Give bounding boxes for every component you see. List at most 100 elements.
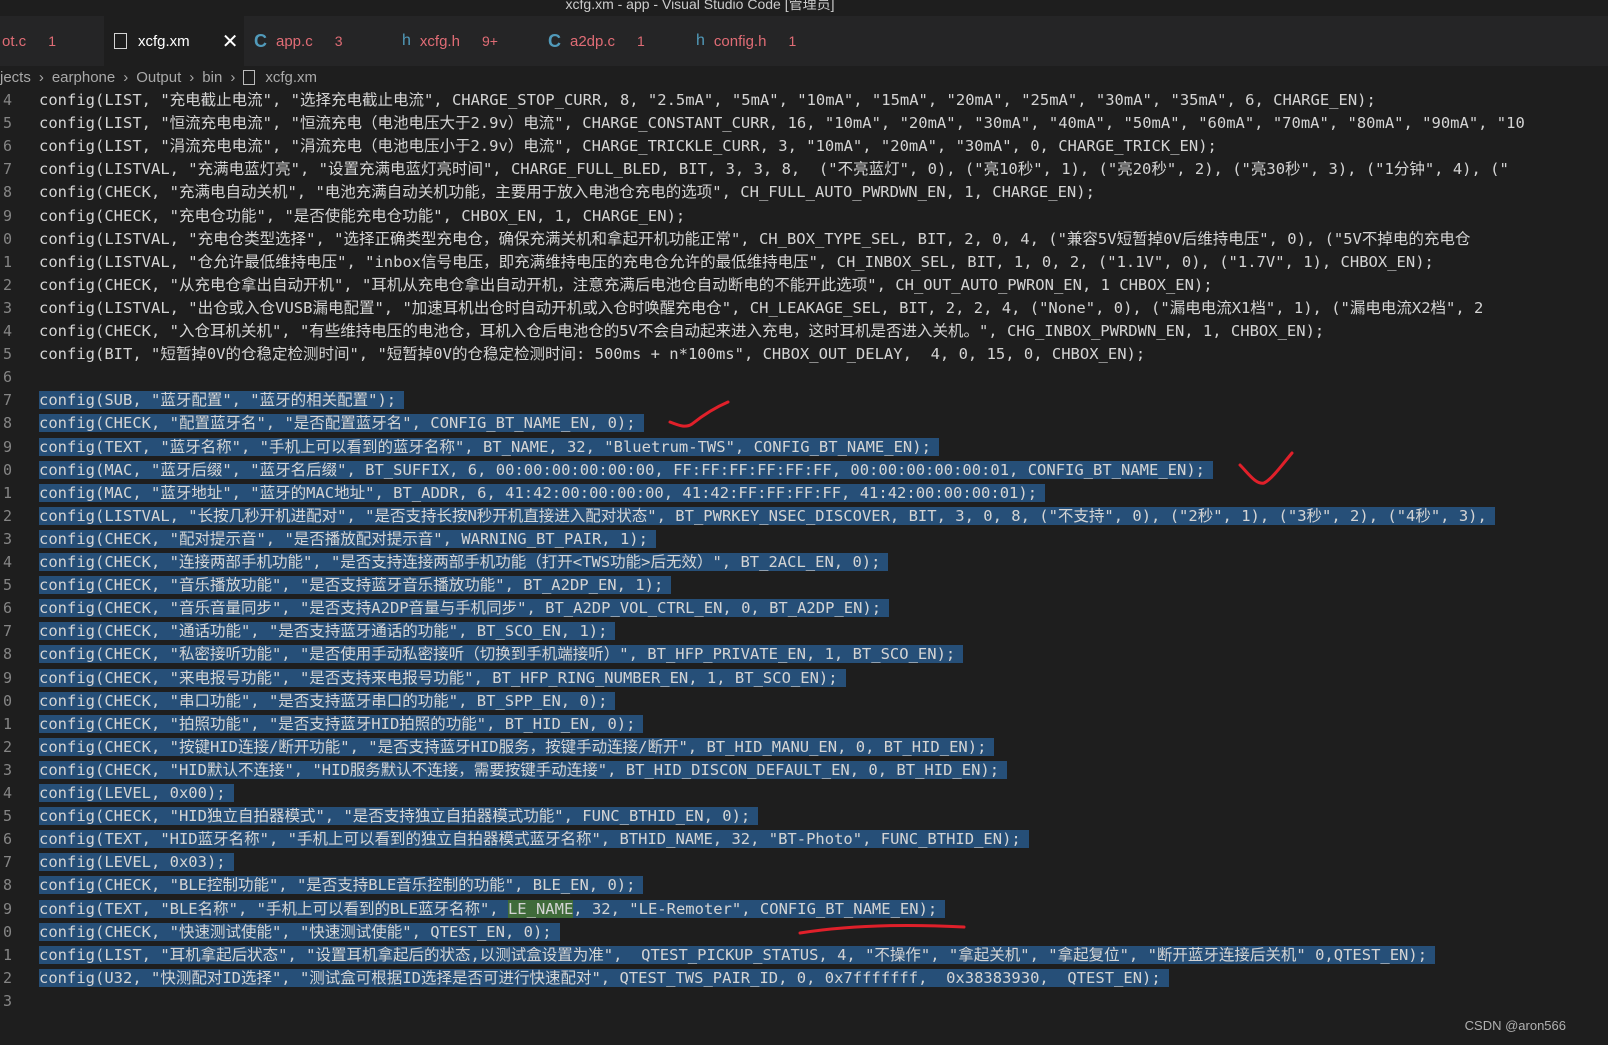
code-line[interactable]: config(CHECK, "串口功能", "是否支持蓝牙串口的功能", BT_…	[39, 690, 616, 713]
code-line[interactable]: config(CHECK, "配置蓝牙名", "是否配置蓝牙名", CONFIG…	[39, 412, 644, 435]
selected-code-text: config(SUB, "蓝牙配置", "蓝牙的相关配置");	[39, 391, 405, 410]
code-text: config(LIST, "恒流充电电流", "恒流充电（电池电压大于2.9v）…	[39, 114, 1525, 133]
line-number: 7	[2, 853, 12, 872]
close-icon[interactable]: ✕	[222, 29, 239, 54]
line-number: 3	[2, 760, 12, 779]
breadcrumb-item[interactable]: earphone	[52, 69, 115, 86]
code-line[interactable]: config(LIST, "耳机拿起后状态", "设置耳机拿起后的状态,以测试盒…	[39, 944, 1436, 967]
code-line[interactable]: config(CHECK, "音乐音量同步", "是否支持A2DP音量与手机同步…	[39, 597, 890, 620]
code-line[interactable]: config(SUB, "蓝牙配置", "蓝牙的相关配置");	[39, 389, 405, 412]
line-number-gutter: 4 5 6 7 8 9 0 1 2 3 4 5 6 7 8 9 0 1 2 3 4 5 6 7 8 9 0 1 2 3 4 5 6 7 8 9 0 1 2 3	[0, 89, 36, 1045]
code-line[interactable]: config(CHECK, "音乐播放功能", "是否支持蓝牙音乐播放功能", …	[39, 574, 672, 597]
selected-code-text: config(CHECK, "HID默认不连接", "HID服务默认不连接，需要…	[39, 760, 1008, 779]
line-number: 2	[2, 737, 12, 756]
line-number: 4	[2, 553, 12, 571]
tab-a2dp-c[interactable]: Ca2dp.c 1	[538, 16, 684, 66]
code-line[interactable]: config(CHECK, "入仓耳机关机", "有些维持电压的电池仓，耳机入仓…	[39, 320, 1324, 343]
line-number: 8	[2, 183, 12, 202]
annotation-checkmark-2	[1238, 451, 1294, 485]
line-number: 8	[2, 645, 12, 664]
tab-xcfg-h[interactable]: h xcfg.h 9+	[392, 16, 538, 66]
code-line[interactable]: config(MAC, "蓝牙后缀", "蓝牙名后缀", BT_SUFFIX, …	[39, 459, 1213, 482]
tab-ot-c[interactable]: ot.c 1	[0, 16, 96, 66]
code-line[interactable]: config(CHECK, "配对提示音", "是否播放配对提示音", WARN…	[39, 528, 656, 551]
code-line[interactable]: config(CHECK, "HID默认不连接", "HID服务默认不连接，需要…	[39, 759, 1008, 782]
code-line[interactable]: config(CHECK, "从充电仓拿出自动开机", "耳机从充电仓拿出自动开…	[39, 274, 1213, 297]
line-number: 5	[2, 114, 12, 133]
code-line[interactable]: config(TEXT, "BLE名称", "手机上可以看到的BLE蓝牙名称",…	[39, 898, 946, 921]
line-number: 5	[2, 345, 12, 364]
line-number: 1	[2, 483, 12, 502]
selected-code-text: config(CHECK, "拍照功能", "是否支持蓝牙HID拍照的功能", …	[39, 714, 644, 733]
code-line[interactable]: config(CHECK, "来电报号功能", "是否支持来电报号功能", BT…	[39, 667, 846, 690]
code-line[interactable]: config(LISTVAL, "出仓或入仓VUSB漏电配置", "加速耳机出仓…	[39, 297, 1483, 320]
code-line[interactable]: config(CHECK, "HID独立自拍器模式", "是否支持独立自拍器模式…	[39, 805, 759, 828]
line-number: 1	[2, 252, 12, 271]
chevron-right-icon: ›	[123, 68, 129, 86]
line-number: 6	[2, 368, 12, 387]
tab-config-h[interactable]: h config.h 1	[686, 16, 826, 66]
selected-code-text: config(CHECK, "HID独立自拍器模式", "是否支持独立自拍器模式…	[39, 807, 759, 826]
tab-label: config.h	[713, 32, 767, 50]
problem-count-badge: 9+	[481, 33, 498, 49]
code-line[interactable]: config(U32, "快测配对ID选择", "测试盒可根据ID选择是否可进行…	[39, 967, 1169, 990]
line-number: 4	[2, 322, 12, 340]
line-number: 7	[2, 391, 12, 410]
code-line[interactable]: config(BIT, "短暂掉0V的仓稳定检测时间", "短暂掉0V的仓稳定检…	[39, 343, 1145, 366]
chevron-right-icon: ›	[38, 68, 44, 86]
code-line[interactable]: config(LEVEL, 0x03);	[39, 851, 234, 874]
c-file-icon: C	[254, 30, 267, 51]
code-line[interactable]: config(TEXT, "蓝牙名称", "手机上可以看到的蓝牙名称", BT_…	[39, 436, 939, 459]
code-text: config(CHECK, "入仓耳机关机", "有些维持电压的电池仓，耳机入仓…	[39, 322, 1325, 340]
selected-code-text: config(CHECK, "BLE控制功能", "是否支持BLE音乐控制的功能…	[39, 876, 644, 895]
code-line[interactable]: config(LEVEL, 0x00);	[39, 782, 234, 805]
line-number: 0	[2, 460, 12, 479]
selected-code-text: config(TEXT, "BLE名称", "手机上可以看到的BLE蓝牙名称",…	[39, 899, 946, 918]
tab-app-c[interactable]: Capp.c 3	[244, 16, 382, 66]
code-text: config(LISTVAL, "充电仓类型选择", "选择正确类型充电仓，确保…	[39, 229, 1471, 248]
breadcrumb-item[interactable]: bin	[202, 69, 222, 86]
code-text: config(CHECK, "从充电仓拿出自动开机", "耳机从充电仓拿出自动开…	[39, 275, 1213, 294]
code-line[interactable]: config(TEXT, "HID蓝牙名称", "手机上可以看到的独立自拍器模式…	[39, 828, 1029, 851]
code-line[interactable]: config(LIST, "涓流充电电流", "涓流充电（电池电压小于2.9v）…	[39, 135, 1217, 158]
line-number: 3	[2, 529, 12, 548]
breadcrumb-item[interactable]: Output	[136, 69, 181, 86]
breadcrumb-item[interactable]: jects	[0, 69, 31, 86]
selected-code-text: config(CHECK, "音乐音量同步", "是否支持A2DP音量与手机同步…	[39, 599, 890, 618]
code-text: config(LISTVAL, "出仓或入仓VUSB漏电配置", "加速耳机出仓…	[39, 298, 1484, 317]
annotation-checkmark-1	[668, 400, 730, 428]
code-line[interactable]: config(LISTVAL, "充满电蓝灯亮", "设置充满电蓝灯亮时间", …	[39, 158, 1509, 181]
selected-code-text: config(U32, "快测配对ID选择", "测试盒可根据ID选择是否可进行…	[39, 968, 1169, 987]
code-line[interactable]: config(CHECK, "通话功能", "是否支持蓝牙通话的功能", BT_…	[39, 620, 616, 643]
line-number: 2	[2, 275, 12, 294]
code-line[interactable]: config(LISTVAL, "充电仓类型选择", "选择正确类型充电仓，确保…	[39, 228, 1470, 251]
code-editor[interactable]: 4 5 6 7 8 9 0 1 2 3 4 5 6 7 8 9 0 1 2 3 4 5 6 7 8 9 0 1 2 3 4 5 6 7 8 9 0 1 2 3…	[0, 89, 1608, 1045]
code-line[interactable]: config(CHECK, "快速测试使能", "快速测试使能", QTEST_…	[39, 921, 560, 944]
selected-code-text: config(CHECK, "私密接听功能", "是否使用手动私密接听（切换到手…	[39, 645, 964, 664]
header-file-icon: h	[402, 32, 411, 49]
title-bar: xcfg.xm - app - Visual Studio Code [管理员]	[0, 0, 1608, 16]
selected-code-text: config(TEXT, "HID蓝牙名称", "手机上可以看到的独立自拍器模式…	[39, 830, 1029, 849]
code-line[interactable]: config(LIST, "充电截止电流", "选择充电截止电流", CHARG…	[39, 89, 1376, 112]
code-line[interactable]: config(CHECK, "私密接听功能", "是否使用手动私密接听（切换到手…	[39, 643, 964, 666]
code-line[interactable]: config(CHECK, "充电仓功能", "是否使能充电仓功能", CHBO…	[39, 205, 685, 228]
selected-code-text: config(CHECK, "连接两部手机功能", "是否支持连接两部手机功能（…	[39, 553, 889, 571]
problem-count-badge: 3	[334, 33, 343, 49]
code-line[interactable]: config(LISTVAL, "长按几秒开机进配对", "是否支持长按N秒开机…	[39, 505, 1495, 528]
header-file-icon: h	[696, 32, 705, 49]
code-line[interactable]: config(CHECK, "按键HID连接/断开功能", "是否支持蓝牙HID…	[39, 736, 995, 759]
code-line[interactable]: config(LISTVAL, "仓允许最低维持电压", "inbox信号电压，…	[39, 251, 1434, 274]
code-line[interactable]: config(CHECK, "连接两部手机功能", "是否支持连接两部手机功能（…	[39, 551, 889, 574]
selected-code-text: config(LEVEL, 0x03);	[39, 853, 234, 872]
tab-xcfg-xm[interactable]: xcfg.xm ✕	[104, 16, 244, 66]
line-number: 3	[2, 298, 12, 317]
line-number: 6	[2, 137, 12, 156]
code-line[interactable]: config(CHECK, "BLE控制功能", "是否支持BLE音乐控制的功能…	[39, 874, 644, 897]
code-line[interactable]: config(LIST, "恒流充电电流", "恒流充电（电池电压大于2.9v）…	[39, 112, 1525, 135]
line-number: 7	[2, 622, 12, 641]
code-line[interactable]: config(CHECK, "充满电自动关机", "电池充满自动关机功能，主要用…	[39, 181, 1095, 204]
code-line[interactable]: config(CHECK, "拍照功能", "是否支持蓝牙HID拍照的功能", …	[39, 713, 644, 736]
breadcrumb-item[interactable]: xcfg.xm	[265, 69, 317, 86]
code-line[interactable]: config(MAC, "蓝牙地址", "蓝牙的MAC地址", BT_ADDR,…	[39, 482, 1046, 505]
line-number: 8	[2, 414, 12, 433]
